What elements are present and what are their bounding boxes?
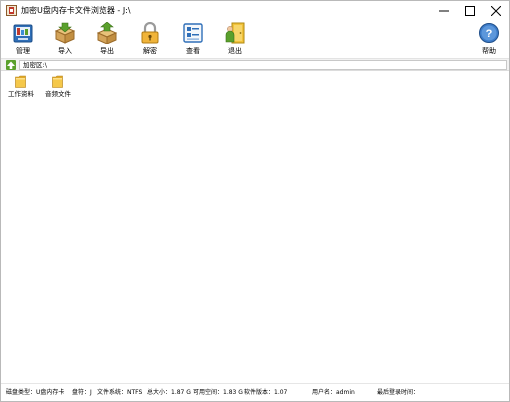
help-button[interactable]: ? 帮助 <box>471 21 507 59</box>
exit-door-icon <box>225 22 245 44</box>
close-button[interactable] <box>483 1 509 21</box>
title-bar[interactable]: 加密U盘内存卡文件浏览器 - J:\ <box>1 1 509 21</box>
exit-button[interactable]: 退出 <box>217 21 253 59</box>
drive-letter-status: 盘符：J <box>72 389 92 396</box>
minimize-button[interactable] <box>431 1 457 21</box>
address-path-field[interactable]: 加密区:\ <box>19 60 507 70</box>
folder-icon <box>52 75 63 88</box>
last-login-status: 最后登录时间： <box>377 389 420 396</box>
toolbar: 管理 导入 导出 解密 查看 退出 ? 帮助 <box>1 21 509 59</box>
folder-icon <box>15 75 26 88</box>
window-title: 加密U盘内存卡文件浏览器 - J:\ <box>21 6 131 15</box>
version-status: 软件版本：1.07 <box>244 389 288 396</box>
folder-name: 音频文件 <box>45 90 71 98</box>
import-button[interactable]: 导入 <box>47 21 83 59</box>
decrypt-button[interactable]: 解密 <box>132 21 168 59</box>
file-list-area[interactable]: 工作资料 音频文件 <box>1 72 509 383</box>
username-status: 用户名：admin <box>312 389 355 396</box>
manage-icon <box>13 24 33 43</box>
folder-name: 工作资料 <box>8 90 34 98</box>
maximize-button[interactable] <box>457 1 483 21</box>
import-box-icon <box>54 22 76 44</box>
address-bar: 加密区:\ <box>1 59 509 71</box>
decrypt-label: 解密 <box>143 47 157 55</box>
svg-text:?: ? <box>486 28 493 40</box>
import-label: 导入 <box>58 47 72 55</box>
free-space-status: 可用空间：1.83 G <box>193 389 243 396</box>
status-bar: 磁盘类型：U盘内存卡 盘符：J 文件系统：NTFS 总大小：1.87 G 可用空… <box>1 383 509 401</box>
padlock-icon <box>141 22 159 44</box>
export-button[interactable]: 导出 <box>89 21 125 59</box>
manage-label: 管理 <box>16 47 30 55</box>
folder-item[interactable]: 音频文件 <box>40 75 76 101</box>
maximize-icon <box>465 6 475 16</box>
export-box-icon <box>96 22 118 44</box>
export-label: 导出 <box>100 47 114 55</box>
total-size-status: 总大小：1.87 G <box>147 389 191 396</box>
view-list-icon <box>183 23 203 43</box>
help-label: 帮助 <box>482 47 496 55</box>
app-window: 加密U盘内存卡文件浏览器 - J:\ 管理 导入 导出 解密 查看 退出 ? 帮… <box>0 0 510 402</box>
help-icon: ? <box>479 23 499 43</box>
folder-item[interactable]: 工作资料 <box>3 75 39 101</box>
file-system-status: 文件系统：NTFS <box>97 389 143 396</box>
minimize-icon <box>439 10 449 12</box>
app-icon <box>6 5 17 16</box>
manage-button[interactable]: 管理 <box>5 21 41 59</box>
close-icon <box>491 6 501 16</box>
view-button[interactable]: 查看 <box>175 21 211 59</box>
disk-type-status: 磁盘类型：U盘内存卡 <box>6 389 65 396</box>
up-arrow-icon[interactable] <box>6 60 16 70</box>
view-label: 查看 <box>186 47 200 55</box>
exit-label: 退出 <box>228 47 242 55</box>
